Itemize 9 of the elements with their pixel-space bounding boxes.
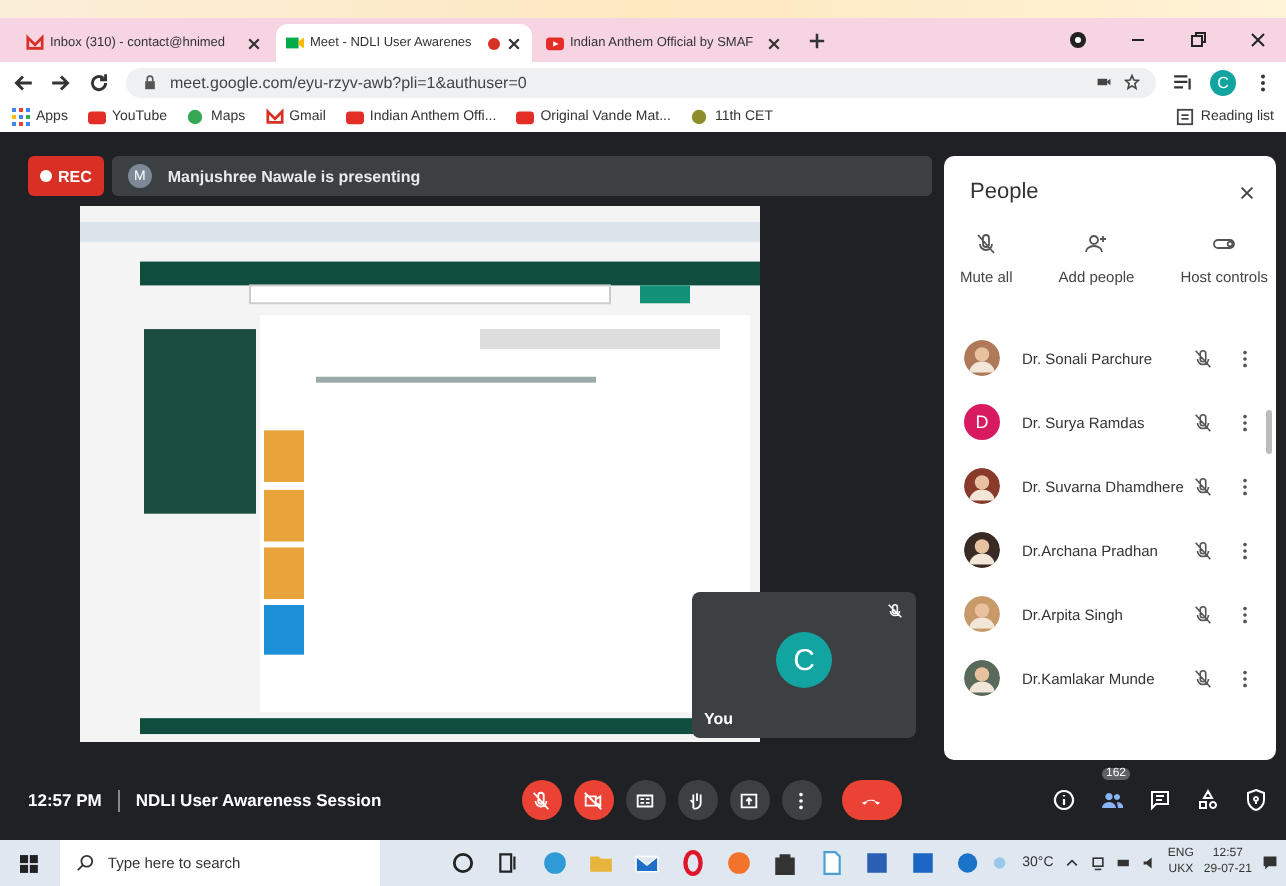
- self-avatar: C: [776, 632, 832, 688]
- meeting-title: NDLI User Awareness Session: [135, 790, 382, 810]
- panel-title: People: [970, 180, 1039, 204]
- address-bar[interactable]: meet.google.com/eyu-rzyv-awb?pli=1&authuser=0: [126, 67, 1156, 97]
- meeting-time: 12:57 PM: [28, 790, 102, 810]
- self-label: You: [704, 710, 734, 728]
- participant-avatar: D: [964, 404, 1000, 440]
- recording-badge: REC: [28, 156, 104, 196]
- presenting-text: Manjushree Nawale is presenting: [167, 167, 421, 185]
